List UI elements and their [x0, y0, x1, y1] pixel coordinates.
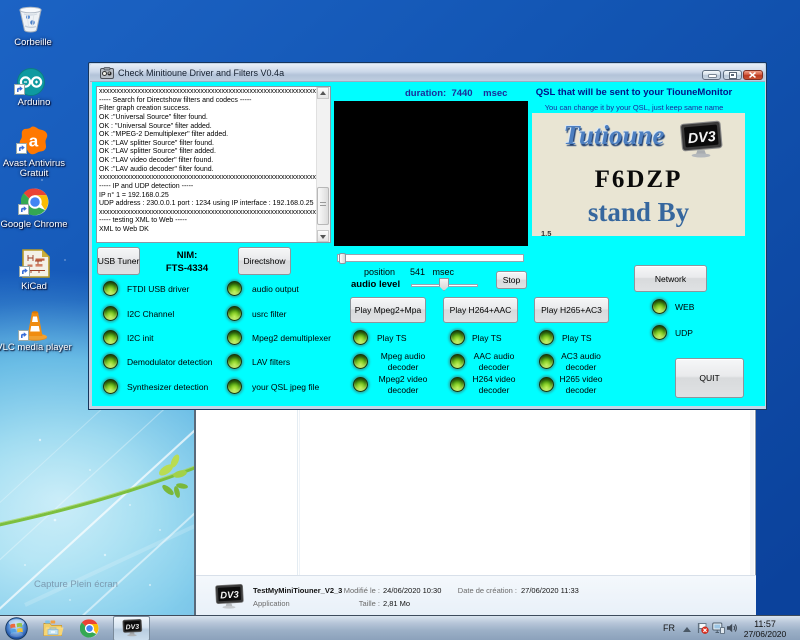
svg-text:DV3: DV3 [220, 589, 240, 601]
svg-text:a: a [29, 132, 39, 151]
svg-text:DV3: DV3 [687, 129, 716, 147]
svg-text:DV3: DV3 [126, 624, 140, 632]
svg-text:Capture Plein écran: Capture Plein écran [34, 579, 118, 590]
